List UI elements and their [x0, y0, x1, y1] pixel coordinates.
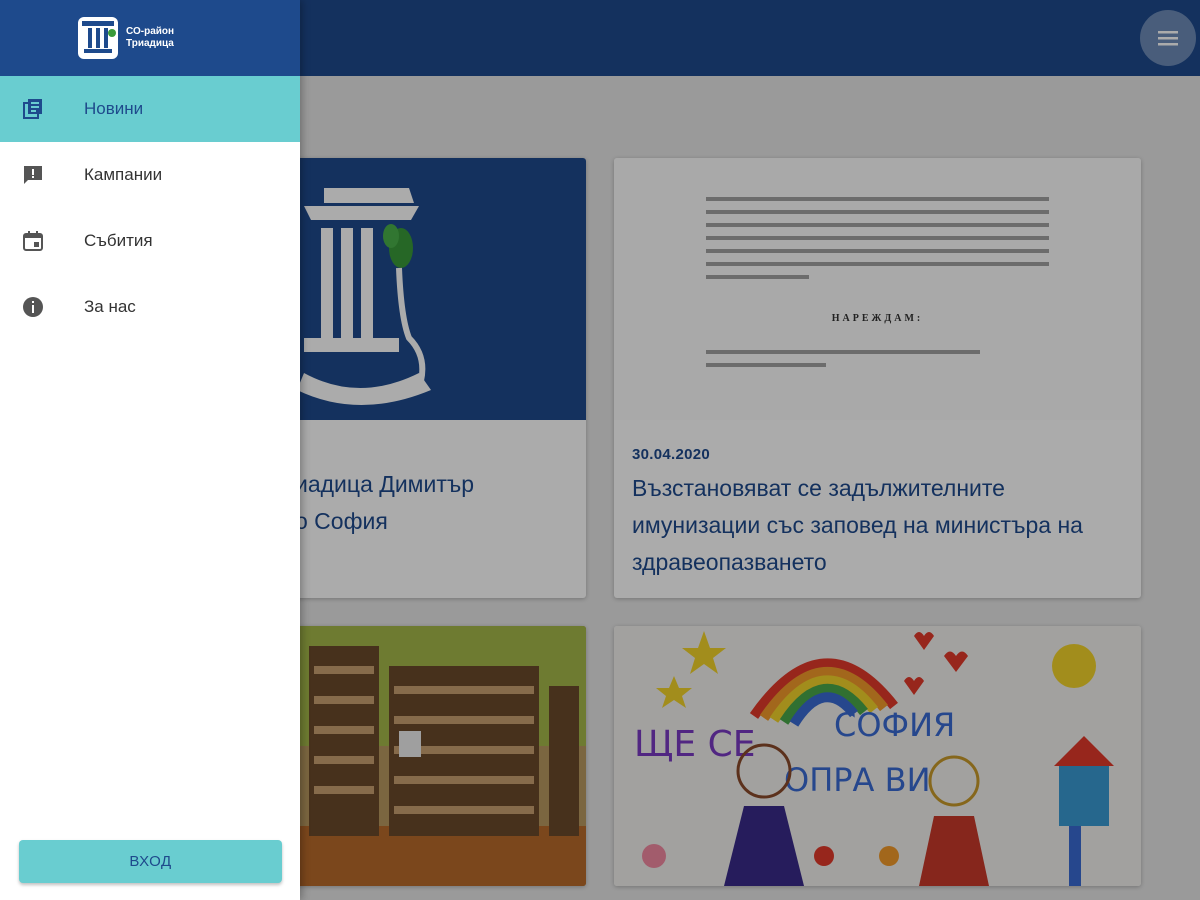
district-logo: СО-район Триадица: [76, 15, 174, 61]
coat-of-arms-icon: [78, 17, 118, 59]
login-button[interactable]: ВХОД: [19, 840, 282, 883]
nav-item-campaigns[interactable]: Кампании: [0, 142, 300, 208]
nav-item-news[interactable]: Новини: [0, 76, 300, 142]
navigation-drawer: СО-район Триадица Новини Кампании Събити…: [0, 0, 300, 900]
logo-text: СО-район Триадица: [126, 26, 175, 49]
nav-item-about[interactable]: За нас: [0, 274, 300, 340]
drawer-nav: Новини Кампании Събития За нас: [0, 76, 300, 340]
campaign-icon: [20, 162, 46, 188]
info-icon: [20, 294, 46, 320]
nav-item-label: Кампании: [84, 165, 163, 184]
nav-item-label: Новини: [84, 99, 144, 118]
nav-item-label: Събития: [84, 231, 153, 250]
news-icon: [20, 96, 46, 122]
nav-item-label: За нас: [84, 297, 136, 316]
calendar-icon: [20, 228, 46, 254]
drawer-header: СО-район Триадица: [0, 0, 300, 76]
nav-item-events[interactable]: Събития: [0, 208, 300, 274]
